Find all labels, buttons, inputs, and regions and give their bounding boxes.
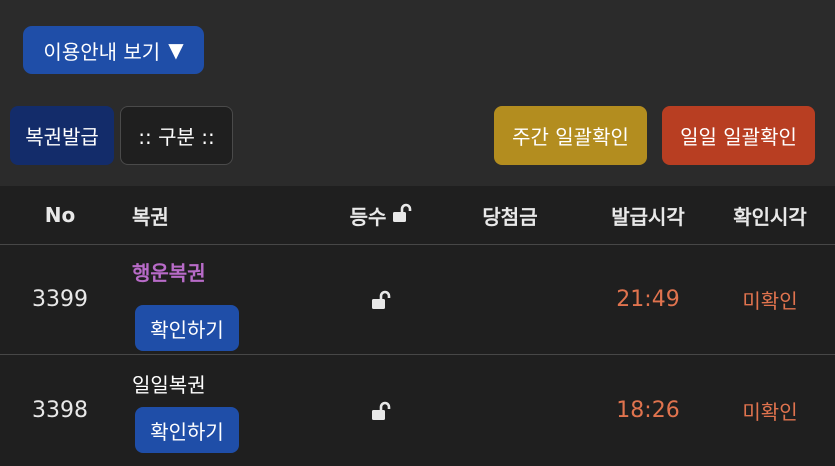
row-no: 3398 bbox=[32, 398, 88, 423]
confirm-button[interactable]: 확인하기 bbox=[135, 305, 239, 351]
guide-label: 이용안내 보기 bbox=[43, 39, 161, 64]
header-issued-time: 발급시각 bbox=[611, 204, 685, 229]
header-ticket: 복권 bbox=[132, 204, 169, 229]
confirm-button[interactable]: 확인하기 bbox=[135, 407, 239, 453]
unlock-icon bbox=[392, 203, 414, 228]
issue-ticket-button[interactable]: 복권발급 bbox=[10, 106, 114, 165]
weekly-bulk-check-button[interactable]: 주간 일괄확인 bbox=[494, 106, 647, 165]
category-select[interactable]: :: 구분 :: bbox=[120, 106, 233, 165]
guide-toggle-button[interactable]: 이용안내 보기 ▼ bbox=[23, 26, 204, 74]
header-no: No bbox=[44, 203, 76, 227]
row-issued-time: 18:26 bbox=[616, 398, 680, 423]
row-no: 3399 bbox=[32, 287, 88, 312]
row-status: 미확인 bbox=[742, 400, 798, 424]
chevron-down-icon: ▼ bbox=[168, 38, 184, 62]
row-status: 미확인 bbox=[742, 289, 798, 313]
unlock-icon bbox=[340, 245, 424, 354]
row-issued-time: 21:49 bbox=[616, 287, 680, 312]
lottery-page: 이용안내 보기 ▼ 복권발급 :: 구분 :: 주간 일괄확인 일일 일괄확인 … bbox=[0, 0, 835, 466]
table-header-row: No 복권 등수 당첨금 발급시각 확인시각 bbox=[0, 186, 835, 244]
row-ticket-name: 행운복권 bbox=[132, 261, 206, 285]
ticket-table: No 복권 등수 당첨금 발급시각 확인시각 3399 행운복권 확인하기 21… bbox=[0, 186, 835, 466]
row-ticket-name: 일일복권 bbox=[132, 373, 206, 397]
table-row: 3398 일일복권 확인하기 18:26 미확인 bbox=[0, 354, 835, 466]
header-checked-time: 확인시각 bbox=[733, 204, 807, 229]
table-row: 3399 행운복권 확인하기 21:49 미확인 bbox=[0, 244, 835, 354]
header-grade-label: 등수 bbox=[349, 204, 387, 229]
header-grade: 등수 bbox=[340, 186, 424, 244]
unlock-icon bbox=[340, 355, 424, 466]
header-prize: 당첨금 bbox=[482, 204, 538, 229]
daily-bulk-check-button[interactable]: 일일 일괄확인 bbox=[662, 106, 815, 165]
